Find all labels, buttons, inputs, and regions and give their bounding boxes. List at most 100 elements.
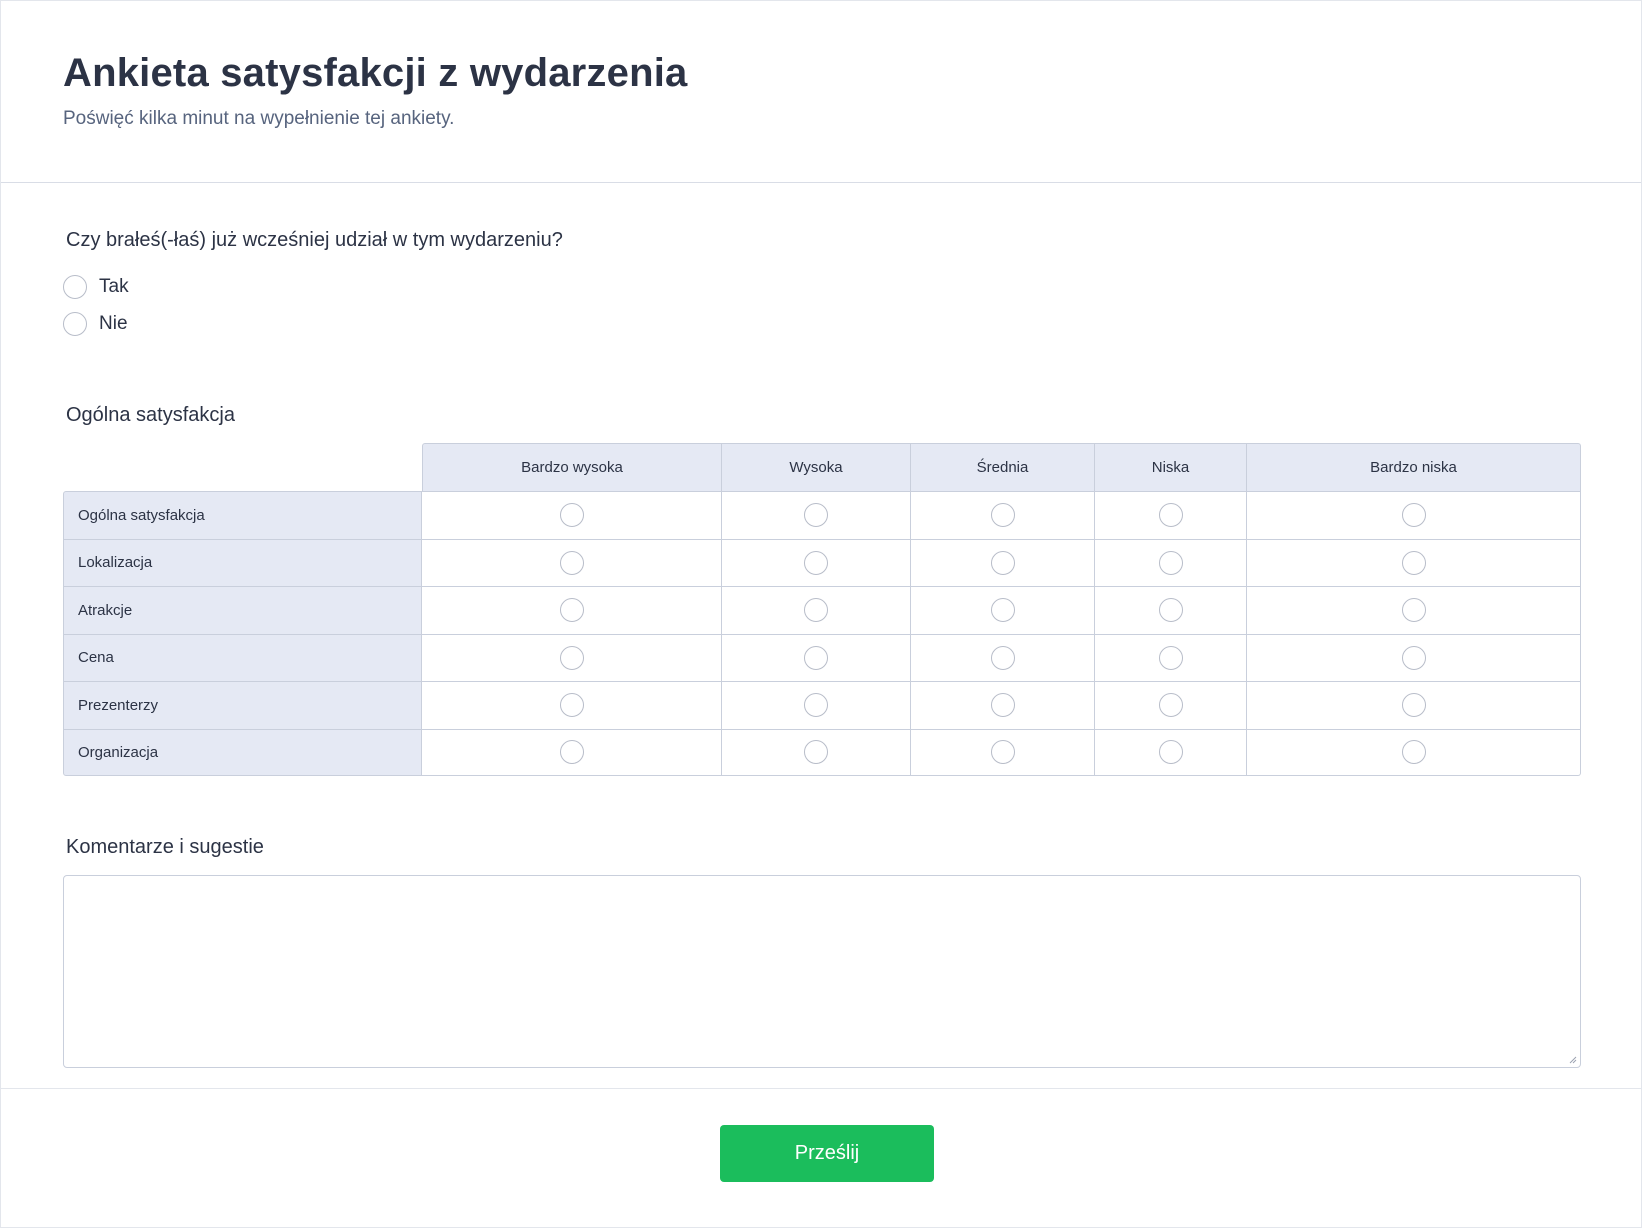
satisfaction-matrix: Bardzo wysoka Wysoka Średnia Niska Bardz… [63,443,1581,776]
matrix-cell[interactable] [422,586,722,634]
matrix-cell[interactable] [422,681,722,729]
matrix-cell[interactable] [1095,681,1247,729]
matrix-cell[interactable] [722,633,911,681]
matrix-radio[interactable] [559,645,584,670]
matrix-col-niska: Niska [1095,443,1247,491]
comments-label: Komentarze i sugestie [66,836,264,858]
matrix-cell[interactable] [422,538,722,586]
matrix-radio[interactable] [559,503,584,528]
matrix-cell[interactable] [422,728,722,776]
matrix-question-label: Ogólna satysfakcja [66,404,235,426]
option-nie-label: Nie [99,312,128,334]
comments-textarea[interactable] [63,875,1581,1068]
form-title: Ankieta satysfakcji z wydarzenia [63,51,688,95]
matrix-header-row: Bardzo wysoka Wysoka Średnia Niska Bardz… [63,443,1581,491]
matrix-radio[interactable] [1158,645,1183,670]
matrix-cell[interactable] [1095,633,1247,681]
survey-form: Ankieta satysfakcji z wydarzenia Poświęć… [0,0,1642,1228]
matrix-radio[interactable] [990,503,1015,528]
matrix-cell[interactable] [911,491,1095,539]
matrix-col-bardzo-wysoka: Bardzo wysoka [422,443,722,491]
matrix-cell[interactable] [722,538,911,586]
matrix-radio[interactable] [1158,598,1183,623]
matrix-radio[interactable] [804,598,828,623]
matrix-radio[interactable] [804,693,828,718]
matrix-cell[interactable] [911,538,1095,586]
matrix-row-label: Atrakcje [63,586,422,634]
matrix-cell[interactable] [722,728,911,776]
matrix-radio[interactable] [990,598,1015,623]
matrix-radio[interactable] [804,550,828,575]
matrix-radio[interactable] [1401,598,1426,623]
option-tak-label: Tak [99,275,129,297]
matrix-cell[interactable] [911,633,1095,681]
matrix-row-label: Lokalizacja [63,538,422,586]
comments-wrapper [63,875,1581,1068]
matrix-table: Bardzo wysoka Wysoka Średnia Niska Bardz… [63,443,1581,776]
matrix-cell[interactable] [1095,728,1247,776]
matrix-radio[interactable] [559,598,584,623]
matrix-radio[interactable] [804,645,828,670]
radio-tak[interactable] [63,274,87,299]
matrix-cell[interactable] [1247,633,1581,681]
matrix-cell[interactable] [722,681,911,729]
matrix-radio[interactable] [1401,740,1426,765]
matrix-row-label: Cena [63,633,422,681]
matrix-row: Prezenterzy [63,681,1581,729]
matrix-row-label: Ogólna satysfakcja [63,491,422,539]
submit-button[interactable]: Prześlij [720,1125,934,1182]
matrix-row-label: Prezenterzy [63,681,422,729]
matrix-col-wysoka: Wysoka [722,443,911,491]
form-body: Czy brałeś(-łaś) już wcześniej udział w … [1,183,1641,1068]
matrix-radio[interactable] [1158,503,1183,528]
matrix-cell[interactable] [1095,491,1247,539]
matrix-cell[interactable] [722,586,911,634]
matrix-cell[interactable] [911,586,1095,634]
matrix-radio[interactable] [804,740,828,765]
matrix-corner [63,443,422,491]
matrix-radio[interactable] [559,740,584,765]
option-tak[interactable]: Tak [63,268,1579,305]
matrix-cell[interactable] [911,728,1095,776]
matrix-cell[interactable] [1247,491,1581,539]
matrix-cell[interactable] [1247,538,1581,586]
matrix-row-label: Organizacja [63,728,422,776]
matrix-row: Atrakcje [63,586,1581,634]
question-previous-attendance-label: Czy brałeś(-łaś) już wcześniej udział w … [66,229,563,251]
option-nie[interactable]: Nie [63,305,1579,342]
matrix-col-bardzo-niska: Bardzo niska [1247,443,1581,491]
matrix-radio[interactable] [1158,693,1183,718]
matrix-cell[interactable] [722,491,911,539]
matrix-cell[interactable] [1095,586,1247,634]
matrix-radio[interactable] [1401,645,1426,670]
matrix-row: Lokalizacja [63,538,1581,586]
matrix-cell[interactable] [1095,538,1247,586]
matrix-radio[interactable] [990,550,1015,575]
matrix-radio[interactable] [1401,503,1426,528]
matrix-cell[interactable] [1247,586,1581,634]
matrix-radio[interactable] [1401,550,1426,575]
matrix-radio[interactable] [990,645,1015,670]
matrix-row: Ogólna satysfakcja [63,491,1581,539]
form-footer: Prześlij [1,1088,1641,1228]
matrix-radio[interactable] [1158,550,1183,575]
matrix-cell[interactable] [1247,681,1581,729]
matrix-cell[interactable] [1247,728,1581,776]
matrix-radio[interactable] [559,693,584,718]
matrix-radio[interactable] [990,740,1015,765]
matrix-row: Organizacja [63,728,1581,776]
matrix-radio[interactable] [1401,693,1426,718]
matrix-row: Cena [63,633,1581,681]
matrix-col-srednia: Średnia [911,443,1095,491]
matrix-radio[interactable] [1158,740,1183,765]
matrix-cell[interactable] [422,491,722,539]
matrix-cell[interactable] [911,681,1095,729]
matrix-radio[interactable] [990,693,1015,718]
matrix-cell[interactable] [422,633,722,681]
radio-nie[interactable] [63,311,87,336]
matrix-radio[interactable] [804,503,828,528]
matrix-radio[interactable] [559,550,584,575]
form-subtitle: Poświęć kilka minut na wypełnienie tej a… [63,108,455,129]
previous-attendance-options: Tak Nie [63,268,1579,342]
form-header: Ankieta satysfakcji z wydarzenia Poświęć… [1,1,1641,183]
